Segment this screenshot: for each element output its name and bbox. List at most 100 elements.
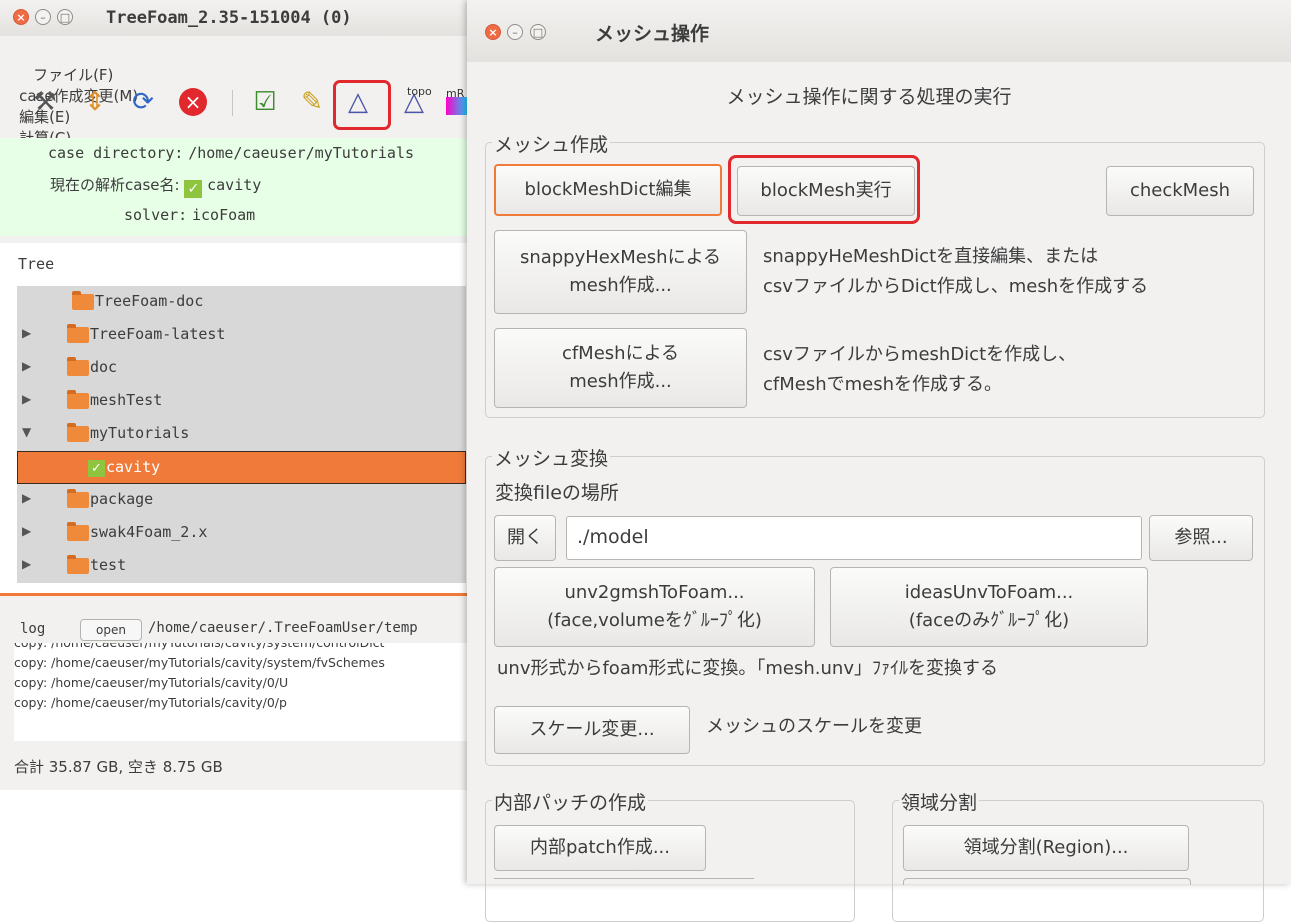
log-path: /home/caeuser/.TreeFoamUser/temp: [148, 620, 418, 636]
folder-icon: [67, 324, 89, 343]
maximize-window-icon[interactable]: □: [530, 24, 546, 40]
log-label: log: [20, 621, 46, 637]
scale-change-button[interactable]: スケール変更...: [494, 706, 690, 754]
expand-arrow-icon[interactable]: ▶: [22, 557, 31, 571]
blockmesh-run-highlight: [728, 155, 920, 224]
tree-item[interactable]: ▶ package: [17, 484, 466, 518]
tools-icon[interactable]: ⚒: [28, 85, 62, 119]
file-location-label: 変換fileの場所: [495, 482, 619, 504]
tree-item[interactable]: ▶ TreeFoam-latest: [17, 319, 466, 353]
tree-item[interactable]: ▶ meshTest: [17, 385, 466, 419]
log-line: copy: /home/caeuser/myTutorials/cavity/0…: [14, 695, 287, 710]
file-path-input[interactable]: ./model: [566, 516, 1142, 560]
folder-icon: [67, 390, 89, 409]
toolbar-separator: [232, 90, 233, 116]
region-split-button[interactable]: 領域分割(Region)...: [903, 825, 1189, 871]
unv-conversion-description: unv形式からfoam形式に変換。「mesh.unv」ﾌｧｲﾙを変換する: [497, 658, 998, 679]
mesh-icon-highlight: [333, 80, 391, 130]
tree-item-label: doc: [90, 358, 118, 376]
log-open-button[interactable]: open: [80, 619, 142, 641]
refresh-icon[interactable]: ⟳: [126, 85, 160, 119]
tree-item[interactable]: ▶ swak4Foam_2.x: [17, 517, 466, 551]
case-info-panel: case directory: /home/caeuser/myTutorial…: [0, 138, 470, 236]
tree-item[interactable]: ▼ myTutorials: [17, 418, 466, 452]
expand-arrow-icon[interactable]: ▶: [22, 326, 31, 340]
tree-header-label: Tree: [18, 255, 55, 273]
right-titlebar: × – □ メッシュ操作: [467, 0, 1291, 62]
browse-button[interactable]: 参照...: [1149, 515, 1253, 561]
tree-item-label: test: [90, 556, 127, 574]
internal-patch-button[interactable]: 内部patch作成...: [494, 825, 706, 871]
mesh-create-label: メッシュ作成: [492, 130, 611, 157]
check-icon: ✓: [88, 460, 105, 477]
check-doc-icon[interactable]: ☑: [248, 85, 282, 119]
solver-value: icoFoam: [192, 206, 256, 224]
log-line: copy: /home/caeuser/myTutorials/cavity/s…: [14, 643, 470, 653]
dialog-header: メッシュ操作に関する処理の実行: [726, 86, 1012, 108]
check-icon: ✓: [184, 180, 203, 198]
internal-patch-label: 内部パッチの作成: [492, 788, 649, 815]
topo-icon[interactable]: topo △: [397, 85, 432, 119]
folder-icon: [67, 357, 89, 376]
tree-item[interactable]: ▶ test: [17, 550, 466, 584]
snappyhexmesh-button[interactable]: snappyHexMeshによる mesh作成...: [494, 230, 747, 314]
ideasunvtofoam-button[interactable]: ideasUnvToFoam... (faceのみｸﾞﾙｰﾌﾟ化): [830, 567, 1148, 647]
tree-item-label: TreeFoam-doc: [95, 292, 204, 310]
case-directory-label: case directory:: [48, 144, 184, 162]
up-down-icon[interactable]: ⇕: [78, 85, 112, 119]
checkmesh-button[interactable]: checkMesh: [1106, 166, 1254, 216]
tree-item-label: myTutorials: [90, 424, 190, 442]
folder-icon: [67, 423, 89, 442]
topo-label: topo: [407, 85, 432, 98]
solver-label: solver:: [124, 206, 188, 224]
unv2gmshtofoam-button[interactable]: unv2gmshToFoam... (face,volumeをｸﾞﾙｰﾌﾟ化): [494, 567, 815, 647]
expanded-arrow-icon[interactable]: ▼: [22, 425, 31, 439]
mesh-grid-icon[interactable]: mR: [440, 85, 470, 119]
tree-item[interactable]: TreeFoam-doc: [17, 286, 466, 320]
tree-item[interactable]: ▶ doc: [17, 352, 466, 386]
snappyhexmesh-description: snappyHeMeshDictを直接編集、または csvファイルからDict作…: [763, 246, 1149, 297]
cfmesh-description: csvファイルからmeshDictを作成し、 cfMeshでmeshを作成する。: [763, 344, 1077, 395]
case-name-label: 現在の解析case名:: [50, 176, 180, 194]
log-line: copy: /home/caeuser/myTutorials/cavity/0…: [14, 675, 289, 690]
disk-status: 合計 35.87 GB, 空き 8.75 GB: [14, 758, 223, 776]
region-split-label: 領域分割: [899, 788, 980, 815]
folder-icon: [67, 555, 89, 574]
tree-item-label: TreeFoam-latest: [90, 325, 226, 343]
scale-change-description: メッシュのスケールを変更: [706, 716, 922, 737]
case-directory-row: case directory: /home/caeuser/myTutorial…: [48, 144, 414, 162]
maximize-window-icon[interactable]: □: [57, 9, 73, 25]
folder-icon: [72, 291, 94, 310]
close-window-icon[interactable]: ×: [485, 24, 501, 40]
expand-arrow-icon[interactable]: ▶: [22, 524, 31, 538]
expand-arrow-icon[interactable]: ▶: [22, 359, 31, 373]
stop-icon[interactable]: ×: [176, 85, 210, 119]
minimize-window-icon[interactable]: –: [35, 9, 51, 25]
left-titlebar: × – □ TreeFoam_2.35-151004 (0): [0, 0, 470, 36]
folder-icon: [67, 522, 89, 541]
case-name-value: cavity: [207, 176, 262, 194]
toolbar: ⚒ ⇕ ⟳ × ☑ ✎ △ topo △ mR: [0, 78, 470, 130]
tree-item-label: swak4Foam_2.x: [90, 523, 208, 541]
tree-item[interactable]: ✓ cavity: [17, 451, 466, 484]
close-window-icon[interactable]: ×: [13, 9, 29, 25]
edit-doc-icon[interactable]: ✎: [295, 85, 329, 119]
case-name-row: 現在の解析case名: ✓ cavity: [50, 174, 261, 198]
dialog-title: メッシュ操作: [595, 23, 710, 45]
folder-icon: [67, 489, 89, 508]
blockmeshdict-edit-button[interactable]: blockMeshDict編集: [494, 164, 722, 216]
window-title: TreeFoam_2.35-151004 (0): [106, 8, 352, 28]
log-bar: log open /home/caeuser/.TreeFoamUser/tem…: [0, 617, 470, 643]
expand-arrow-icon[interactable]: ▶: [22, 392, 31, 406]
tree-item-label: meshTest: [90, 391, 163, 409]
log-output: copy: /home/caeuser/myTutorials/cavity/s…: [14, 643, 470, 741]
case-directory-value: /home/caeuser/myTutorials: [188, 144, 415, 162]
treefoam-main-window: × – □ TreeFoam_2.35-151004 (0) ファイル(F) c…: [0, 0, 470, 790]
tree-header: Tree: [0, 243, 468, 283]
minimize-window-icon[interactable]: –: [507, 24, 523, 40]
tree-item-label: package: [90, 490, 154, 508]
expand-arrow-icon[interactable]: ▶: [22, 491, 31, 505]
log-line: copy: /home/caeuser/myTutorials/cavity/s…: [14, 655, 385, 670]
cfmesh-button[interactable]: cfMeshによる mesh作成...: [494, 328, 747, 408]
open-button[interactable]: 開く: [494, 515, 556, 561]
